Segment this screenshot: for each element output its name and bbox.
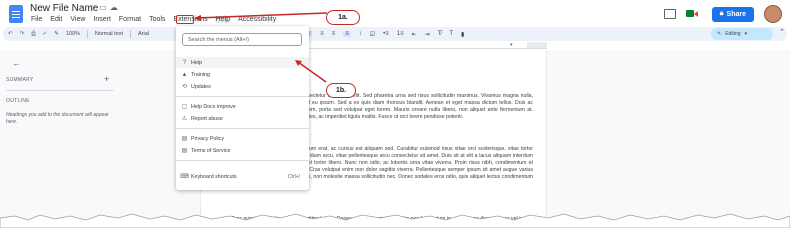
toolbar-divider: [86, 30, 88, 38]
menu-search-input[interactable]: Search the menus (Alt+/): [182, 33, 302, 46]
menu-item-privacy-policy[interactable]: ▤ Privacy Policy: [176, 133, 309, 144]
cloud-status-icon[interactable]: ☁: [110, 3, 121, 12]
document-icon: ▤: [181, 148, 188, 154]
feedback-icon: ▢: [181, 104, 188, 110]
menu-edit[interactable]: Edit: [49, 16, 63, 23]
menu-bar: File Edit View Insert Format Tools Exten…: [30, 16, 277, 23]
menu-item-help[interactable]: ? Help: [176, 57, 309, 68]
keyboard-icon: ⌨: [180, 174, 189, 180]
menu-file[interactable]: File: [30, 16, 43, 23]
toolbar-divider: [130, 30, 132, 38]
menu-help[interactable]: Help: [214, 16, 232, 23]
menu-divider: [176, 96, 309, 97]
toolbar: ↶ ↷ ⎙ ✓ ✎ 100% Normal text Arial ▣ ≡ ≡ ≡…: [3, 27, 787, 41]
editing-mode-label: Editing: [725, 31, 741, 37]
meet-icon[interactable]: [685, 9, 702, 19]
menu-item-updates[interactable]: ⟲ Updates: [176, 81, 309, 92]
graduation-cap-icon: ▲: [181, 71, 188, 78]
zoom-select[interactable]: 100%: [66, 31, 80, 37]
chevron-down-icon: ▾: [744, 31, 748, 37]
shortcut-hint: Ctrl+/: [287, 173, 300, 180]
highlight-icon[interactable]: ▮: [461, 31, 464, 38]
back-arrow-icon[interactable]: ←: [12, 58, 21, 68]
menu-item-label: Help Docs improve: [191, 103, 236, 110]
menu-item-training[interactable]: ▲ Training: [176, 69, 309, 80]
ruler-right-margin: [527, 42, 547, 48]
menu-divider: [176, 160, 309, 161]
menu-insert[interactable]: Insert: [92, 16, 112, 23]
document-icon: ▤: [181, 136, 188, 142]
title-bar: New File Name ☆▭☁ File Edit View Insert …: [0, 0, 790, 27]
sidebar-divider: [6, 90, 114, 91]
style-select[interactable]: Normal text: [95, 31, 123, 37]
menu-item-keyboard-shortcuts[interactable]: ⌨ Keyboard shortcuts Ctrl+/: [176, 171, 309, 182]
ruler-indent-marker[interactable]: ▾: [510, 42, 513, 48]
undo-icon[interactable]: ↶: [8, 31, 13, 37]
spellcheck-icon[interactable]: ✓: [43, 31, 48, 37]
pencil-icon: ✎: [717, 31, 722, 37]
title-icons: ☆▭☁: [89, 3, 121, 12]
menu-item-label: Privacy Policy: [191, 135, 224, 142]
redo-icon[interactable]: ↷: [20, 31, 25, 37]
paint-format-icon[interactable]: ✎: [54, 31, 59, 37]
menu-item-help-docs-improve[interactable]: ▢ Help Docs improve: [176, 101, 309, 112]
menu-item-label: Keyboard shortcuts: [191, 173, 237, 180]
lock-icon: 🔒︎: [719, 10, 724, 17]
align-center-icon[interactable]: ≡: [320, 31, 324, 37]
menu-item-terms-of-service[interactable]: ▤ Terms of Service: [176, 145, 309, 156]
share-label: Share: [726, 10, 746, 18]
help-circle-icon: ?: [182, 59, 187, 66]
summary-heading: SUMMARY: [6, 77, 34, 83]
align-justify-icon[interactable]: ≡: [343, 31, 351, 37]
checklist-icon[interactable]: ☑: [370, 31, 375, 38]
editing-mode-select[interactable]: ✎ Editing ▾: [711, 28, 773, 40]
menu-tools[interactable]: Tools: [148, 16, 166, 23]
avatar[interactable]: [764, 5, 782, 23]
menu-view[interactable]: View: [69, 16, 86, 23]
align-right-icon[interactable]: ≡: [332, 31, 336, 37]
torn-edge: [0, 213, 790, 228]
callout-1a: 1a.: [326, 10, 360, 25]
underline-link-icon[interactable]: T: [449, 31, 453, 37]
line-spacing-icon[interactable]: ↕: [359, 31, 362, 37]
header-right-controls: 🔒︎ Share: [663, 5, 782, 23]
menu-item-label: Training: [191, 71, 210, 78]
menu-accessibility[interactable]: Accessibility: [237, 16, 277, 23]
comment-history-icon[interactable]: [663, 9, 676, 19]
font-select[interactable]: Arial: [138, 31, 149, 37]
menu-item-label: Report abuse: [191, 115, 223, 122]
add-summary-icon[interactable]: +: [104, 74, 109, 84]
print-icon[interactable]: ⎙: [31, 31, 35, 38]
menu-item-report-abuse[interactable]: ⚠ Report abuse: [176, 113, 309, 124]
chevron-up-icon[interactable]: ⌃: [779, 28, 785, 36]
toolbar-right-group: ▣ ≡ ≡ ≡ ≡ ↕ ☑ •≡ 1≡ ⇤ ⇥ T̸ T ▮: [291, 27, 464, 41]
menu-item-label: Help: [191, 59, 202, 66]
help-menu-dropdown: Search the menus (Alt+/) ? Help ▲ Traini…: [176, 26, 309, 190]
help-menu-highlight: [176, 15, 194, 24]
clear-formatting-icon[interactable]: T̸: [438, 31, 442, 37]
move-folder-icon[interactable]: ▭: [99, 3, 110, 12]
warning-icon: ⚠: [181, 116, 188, 122]
updates-icon: ⟲: [181, 84, 188, 90]
menu-format[interactable]: Format: [118, 16, 142, 23]
star-icon[interactable]: ☆: [89, 3, 99, 12]
menu-item-label: Terms of Service: [191, 147, 231, 154]
increase-indent-icon[interactable]: ⇥: [425, 31, 430, 38]
share-button[interactable]: 🔒︎ Share: [711, 6, 754, 22]
outline-hint: Headings you add to the document will ap…: [6, 112, 109, 125]
callout-1b: 1b.: [326, 83, 356, 98]
numbered-list-icon[interactable]: 1≡: [397, 31, 404, 37]
menu-item-label: Updates: [191, 83, 211, 90]
outline-heading: OUTLINE: [6, 98, 30, 104]
menu-divider: [176, 128, 309, 129]
bulleted-list-icon[interactable]: •≡: [383, 31, 389, 37]
docs-logo-icon[interactable]: [9, 5, 23, 23]
decrease-indent-icon[interactable]: ⇤: [412, 31, 417, 38]
